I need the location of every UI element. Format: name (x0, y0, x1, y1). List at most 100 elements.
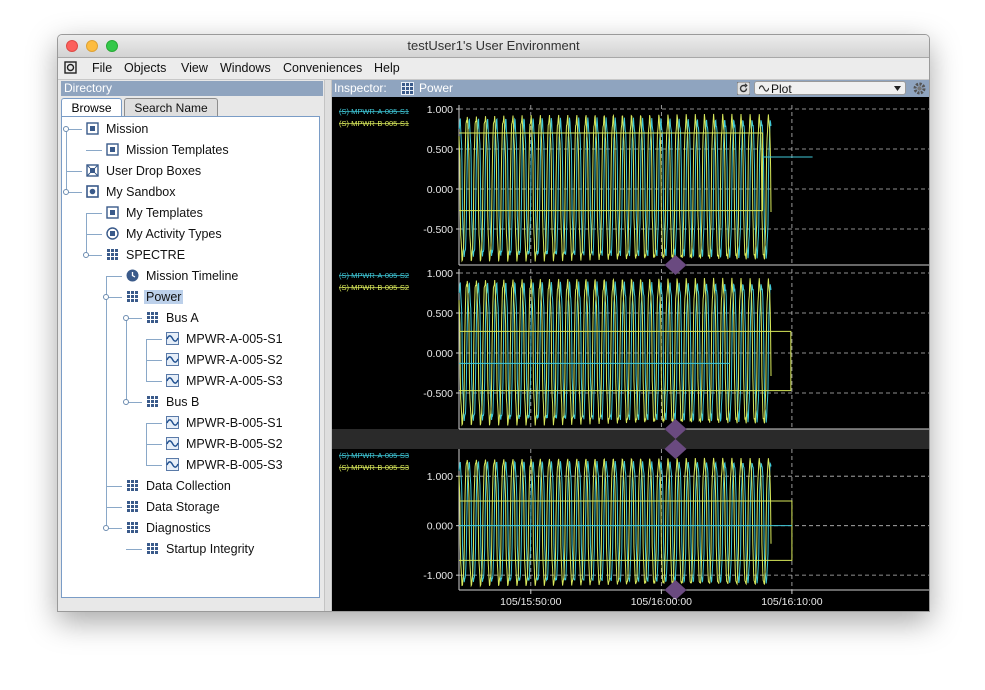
dropbox-icon (86, 164, 99, 177)
grid-icon (107, 249, 118, 260)
y-tick-label: 0.500 (427, 144, 453, 156)
legend-entry: (S) MPWR-A-005-S2 (339, 271, 409, 280)
tree-item-label: MPWR-A-005-S3 (186, 374, 283, 388)
clock-icon (126, 269, 139, 282)
tree-item-label: Bus B (166, 395, 200, 409)
tree-connector (146, 444, 162, 445)
x-tick-label: 105/15:50:00 (500, 596, 561, 608)
legend-entry: (S) MPWR-A-005-S3 (339, 451, 409, 460)
tree-item-mpwr-b-005-s3[interactable]: MPWR-B-005-S3 (166, 456, 285, 474)
tree-item-data-storage[interactable]: Data Storage (126, 498, 222, 516)
signal-icon (166, 437, 179, 450)
tree-item-mission-templates[interactable]: Mission Templates (106, 141, 231, 159)
y-tick-label: 0.000 (427, 348, 453, 360)
y-tick-label: -1.000 (423, 570, 453, 582)
tree-item-label: My Templates (126, 206, 203, 220)
tree-item-bus-b[interactable]: Bus B (146, 393, 201, 411)
menu-bar: File Objects View Windows Conveniences H… (58, 58, 929, 80)
tree-item-my-templates[interactable]: My Templates (106, 204, 205, 222)
chevron-down-icon (894, 86, 901, 91)
inspector-label: Inspector: (334, 81, 387, 95)
tree-connector (86, 150, 102, 151)
tree-item-spectre[interactable]: SPECTRE (106, 246, 187, 264)
mission-icon (86, 122, 99, 135)
tab-browse[interactable]: Browse (61, 98, 122, 116)
y-tick-label: 0.000 (427, 184, 453, 196)
tree-item-diagnostics[interactable]: Diagnostics (126, 519, 213, 537)
tree-item-my-activity-types[interactable]: My Activity Types (106, 225, 224, 243)
tree-item-label: Data Storage (146, 500, 220, 514)
signal-icon (166, 353, 179, 366)
menu-objects[interactable]: Objects (124, 61, 166, 75)
tree-item-mpwr-a-005-s2[interactable]: MPWR-A-005-S2 (166, 351, 285, 369)
menu-file[interactable]: File (92, 61, 112, 75)
expand-handle[interactable] (83, 252, 89, 258)
view-select[interactable]: Plot (754, 81, 906, 96)
tree-item-label: MPWR-B-005-S1 (186, 416, 283, 430)
grid-icon (147, 543, 158, 554)
tree-item-startup-integrity[interactable]: Startup Integrity (146, 540, 256, 558)
menu-view[interactable]: View (181, 61, 208, 75)
menu-conveniences[interactable]: Conveniences (283, 61, 362, 75)
title-bar: testUser1's User Environment (58, 35, 929, 58)
window-title: testUser1's User Environment (407, 38, 580, 53)
tree-item-label: Mission (106, 122, 149, 136)
expand-handle[interactable] (103, 525, 109, 531)
expand-handle[interactable] (103, 294, 109, 300)
tree-connector (106, 276, 122, 277)
expand-handle[interactable] (123, 399, 129, 405)
inspector-pane: Inspector: Power Plot 1.000 0.500 0.000 … (332, 80, 929, 611)
inspector-bar: Inspector: Power Plot (332, 80, 929, 97)
tree-item-mpwr-a-005-s3[interactable]: MPWR-A-005-S3 (166, 372, 285, 390)
tree-item-mission[interactable]: Mission (86, 120, 150, 138)
signal-icon (166, 458, 179, 471)
view-select-value: Plot (771, 82, 792, 96)
app-logo-icon[interactable] (64, 61, 77, 74)
menu-windows[interactable]: Windows (220, 61, 271, 75)
tree-item-mpwr-b-005-s2[interactable]: MPWR-B-005-S2 (166, 435, 285, 453)
grid-icon (127, 291, 138, 302)
y-tick-label: -0.500 (423, 224, 453, 236)
directory-pane: Directory Browse Search Name Mission Miss… (58, 80, 324, 611)
refresh-icon[interactable] (737, 82, 750, 95)
wave-icon (759, 85, 769, 92)
tree-connector (66, 171, 82, 172)
tree-connector (146, 360, 147, 381)
expand-handle[interactable] (63, 189, 69, 195)
tree-item-mpwr-b-005-s1[interactable]: MPWR-B-005-S1 (166, 414, 285, 432)
signal-icon (166, 332, 179, 345)
tree-item-my-sandbox[interactable]: My Sandbox (86, 183, 177, 201)
tree-item-mission-timeline[interactable]: Mission Timeline (126, 267, 240, 285)
y-tick-label: -0.500 (423, 388, 453, 400)
tree-item-label: Data Collection (146, 479, 231, 493)
tree-item-label: SPECTRE (126, 248, 186, 262)
tree-item-label: Power (144, 290, 184, 304)
expand-handle[interactable] (123, 315, 129, 321)
menu-help[interactable]: Help (374, 61, 400, 75)
legend-entry: (S) MPWR-B-005-S2 (339, 283, 409, 292)
tab-search-name[interactable]: Search Name (124, 98, 218, 116)
tree-item-power[interactable]: Power (126, 288, 184, 306)
tree-item-data-collection[interactable]: Data Collection (126, 477, 233, 495)
tree-item-label: MPWR-A-005-S1 (186, 332, 283, 346)
app-window: testUser1's User Environment File Object… (57, 34, 930, 612)
signal-plots[interactable]: 1.000 0.500 0.000 -0.500 (S) MPWR-A-005-S1 (S… (332, 97, 929, 611)
y-tick-label: 1.000 (427, 104, 453, 116)
tree-item-mpwr-a-005-s1[interactable]: MPWR-A-005-S1 (166, 330, 285, 348)
tree-item-user-drop-boxes[interactable]: User Drop Boxes (86, 162, 203, 180)
y-tick-label: 0.000 (427, 521, 453, 533)
directory-tree[interactable]: Mission Mission Templates User Drop Boxes M… (61, 116, 320, 598)
tree-item-label: Bus A (166, 311, 199, 325)
gear-icon[interactable] (912, 81, 927, 96)
tree-item-bus-a[interactable]: Bus A (146, 309, 201, 327)
tree-connector (126, 318, 127, 402)
legend-entry: (S) MPWR-B-005-S1 (339, 119, 409, 128)
grid-icon (147, 312, 158, 323)
tree-item-label: My Sandbox (106, 185, 176, 199)
tree-item-label: Mission Timeline (146, 269, 239, 283)
tree-connector (126, 549, 142, 550)
expand-handle[interactable] (63, 126, 69, 132)
grid-icon (127, 480, 138, 491)
activity-type-icon (106, 227, 119, 240)
pane-splitter[interactable] (324, 80, 332, 611)
